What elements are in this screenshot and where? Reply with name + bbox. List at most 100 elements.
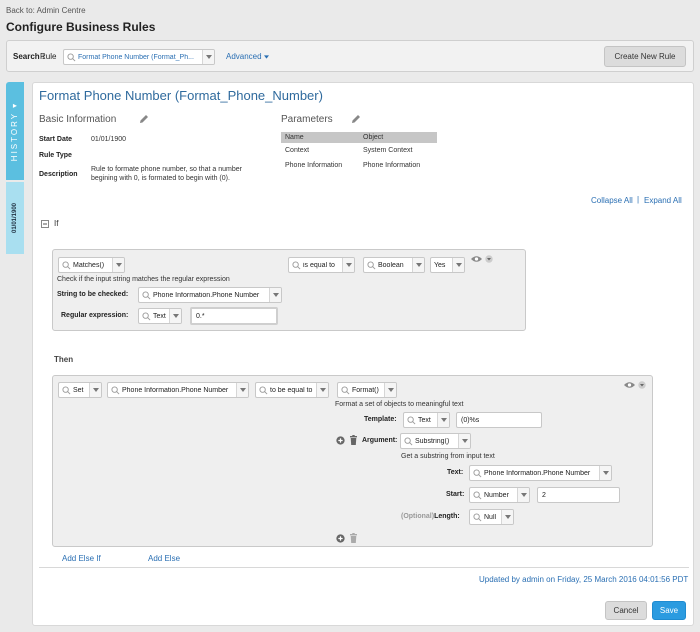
chevron-down-icon[interactable] [384,383,396,397]
rule-search-select[interactable]: Format Phone Number (Format_Ph... [63,49,215,65]
then-target-value: Phone Information.Phone Number [122,386,229,394]
search-icon [292,260,301,269]
start-type-select[interactable]: Number [469,487,530,503]
column-header: Object [359,132,437,143]
rule-search-value: Format Phone Number (Format_Ph... [78,53,194,61]
add-circle-icon[interactable] [336,436,345,445]
chevron-down-icon[interactable] [236,383,248,397]
chevron-down-icon[interactable] [89,383,101,397]
create-new-rule-button[interactable]: Create New Rule [604,46,686,67]
search-icon [473,468,482,477]
eye-icon[interactable] [624,381,635,389]
link-separator: | [637,195,640,204]
if-function-select[interactable]: Matches() [58,257,125,273]
chevron-down-icon[interactable] [501,510,513,524]
if-value-value: Yes [434,261,446,269]
eye-icon[interactable] [471,255,482,263]
advanced-search-link[interactable]: Advanced [226,52,269,61]
param-object: System Context [363,147,413,154]
substring-text-select[interactable]: Phone Information.Phone Number [469,465,612,481]
collapse-toggle-icon[interactable] [41,220,49,228]
page-title: Configure Business Rules [6,20,156,34]
if-type-value: Boolean [378,261,404,269]
search-icon [473,512,482,521]
if-function-value: Matches() [73,261,105,269]
argument-function-select[interactable]: Substring() [400,433,471,449]
chevron-down-icon[interactable] [452,258,464,272]
chevron-down-icon[interactable] [316,383,328,397]
chevron-down-icon[interactable] [458,434,470,448]
chevron-down-icon[interactable] [112,258,124,272]
regex-label: Regular expression: [61,312,129,319]
if-type-select[interactable]: Boolean [363,257,425,273]
string-to-check-value: Phone Information.Phone Number [153,291,260,299]
cancel-button[interactable]: Cancel [605,601,647,620]
table-row: Context System Context [281,143,437,158]
template-label: Template: [364,416,397,423]
then-operator-select[interactable]: to be equal to [255,382,329,398]
back-link[interactable]: Back to: Admin Centre [6,6,86,15]
expand-all-link[interactable]: Expand All [644,196,682,205]
history-date-label: 01/01/1900 [12,202,18,234]
description-label: Description [39,171,78,178]
if-description: Check if the input string matches the re… [57,276,230,283]
start-label: Start: [446,491,465,498]
optional-label: (Optional) [401,513,435,520]
search-icon [407,415,416,424]
substring-text-value: Phone Information.Phone Number [484,469,591,477]
save-button[interactable]: Save [652,601,686,620]
search-icon [404,436,413,445]
if-operator-select[interactable]: is equal to [288,257,355,273]
options-dropdown-icon[interactable] [485,255,493,263]
template-type-value: Text [418,416,431,424]
rule-type-label: Rule Type [39,152,72,159]
if-label: If [54,219,59,228]
regex-input[interactable]: 0.* [190,307,278,325]
if-value-select[interactable]: Yes [430,257,465,273]
then-target-select[interactable]: Phone Information.Phone Number [107,382,249,398]
options-dropdown-icon[interactable] [638,381,646,389]
search-icon [259,385,268,394]
history-date-tab[interactable]: 01/01/1900 [6,182,24,254]
length-label: (Optional)Length: [401,513,460,520]
template-type-select[interactable]: Text [403,412,450,428]
length-type-value: Null [484,513,497,521]
basic-info-title: Basic Information [39,114,117,125]
search-icon [142,311,151,320]
chevron-down-icon[interactable] [269,288,281,302]
chevron-down-icon[interactable] [412,258,424,272]
chevron-down-icon[interactable] [517,488,529,502]
text-label: Text: [447,469,464,476]
parameters-title: Parameters [281,114,333,125]
then-function-select[interactable]: Format() [337,382,397,398]
chevron-down-icon[interactable] [169,309,181,323]
search-icon [341,385,350,394]
add-else-link[interactable]: Add Else [148,554,180,563]
chevron-down-icon[interactable] [437,413,449,427]
chevron-down-icon[interactable] [342,258,354,272]
regex-type-select[interactable]: Text [138,308,182,324]
description-line-1: Rule to formate phone number, so that a … [91,166,242,173]
parameters-table: Name Object Context System Context Phone… [281,132,437,173]
trash-icon[interactable] [349,533,358,543]
template-input[interactable]: (0)%s [456,412,542,428]
then-function-value: Format() [352,386,379,394]
description-line-2: begining with 0, is formated to begin wi… [91,175,230,182]
chevron-down-icon[interactable] [202,50,214,64]
string-to-check-label: String to be checked: [57,291,129,298]
pencil-icon[interactable] [351,114,361,124]
then-action-select[interactable]: Set [58,382,102,398]
start-input[interactable]: 2 [537,487,620,503]
search-type-label: Rule [40,52,57,61]
search-icon [473,490,482,499]
pencil-icon[interactable] [139,114,149,124]
history-tab[interactable]: HISTORY ▾ [6,82,24,180]
param-object: Phone Information [363,162,421,169]
collapse-all-link[interactable]: Collapse All [591,196,633,205]
length-type-select[interactable]: Null [469,509,514,525]
add-circle-icon[interactable] [336,534,345,543]
string-to-check-select[interactable]: Phone Information.Phone Number [138,287,282,303]
trash-icon[interactable] [349,435,358,445]
chevron-down-icon[interactable] [599,466,611,480]
add-else-if-link[interactable]: Add Else If [62,554,101,563]
